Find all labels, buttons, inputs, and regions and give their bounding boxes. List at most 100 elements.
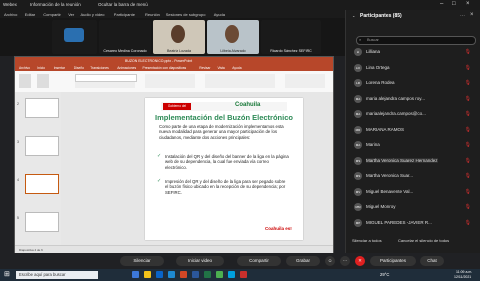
start-video-button[interactable]: Iniciar video: [176, 256, 224, 266]
webex-icon[interactable]: [228, 271, 235, 278]
paste-icon[interactable]: [19, 74, 31, 88]
clock-time[interactable]: 11:09 a.m.: [456, 270, 472, 274]
menu-item[interactable]: Sesiones de subgrupo: [166, 12, 206, 17]
menu-item[interactable]: Audio y video: [81, 12, 105, 17]
font-select[interactable]: [75, 74, 137, 82]
ribbon-tab[interactable]: Insertar: [54, 66, 65, 70]
paragraph-tools[interactable]: [145, 74, 195, 88]
more-options-icon[interactable]: ⋯: [340, 256, 350, 266]
ribbon-tab[interactable]: Animaciones: [117, 66, 136, 70]
editing-tools[interactable]: [285, 74, 325, 88]
drawing-tools[interactable]: [205, 74, 275, 88]
record-button[interactable]: Grabar: [286, 256, 320, 266]
participant-name: Martha Veronica Suar...: [366, 173, 414, 178]
menu-item[interactable]: Compartir: [43, 12, 61, 17]
ribbon-tab[interactable]: Diseño: [74, 66, 84, 70]
ribbon-tab[interactable]: Ayuda: [232, 66, 241, 70]
word-icon[interactable]: [192, 271, 199, 278]
ribbon-tab[interactable]: Revisar: [199, 66, 210, 70]
close-panel-icon[interactable]: ×: [470, 12, 474, 18]
share-button[interactable]: Compartir: [237, 256, 281, 266]
menu-item[interactable]: Reunión: [145, 12, 160, 17]
menu-item[interactable]: Archivo: [4, 12, 17, 17]
menu-item[interactable]: Editar: [25, 12, 35, 17]
hide-menu-bar-button[interactable]: Ocultar la barra de menú: [98, 2, 148, 7]
ribbon-tab[interactable]: Transiciones: [90, 66, 109, 70]
video-tile-ricardo[interactable]: Ricardo Sánchez SEFIRC: [261, 20, 321, 54]
participant-row[interactable]: MA mariaalejandra.campos@co... 🎙: [346, 108, 480, 121]
video-tile-cesareo[interactable]: Cesareo Medina Coronado: [99, 20, 151, 54]
slide-intro-text: Como parte de una etapa de modernización…: [159, 124, 284, 140]
font-format-tools[interactable]: [75, 82, 135, 88]
participant-row[interactable]: MA Marina 🎙: [346, 139, 480, 152]
ribbon-tab[interactable]: Presentación con diapositivas: [143, 66, 187, 70]
ribbon-tab[interactable]: Vista: [218, 66, 225, 70]
menu-item[interactable]: Ayuda: [214, 12, 225, 17]
mute-button[interactable]: Silenciar: [120, 256, 164, 266]
taskbar-search-input[interactable]: Escribe aquí para buscar: [16, 271, 98, 279]
slide-editor-area: Gobierno del Estado Coahuila Implementac…: [61, 92, 333, 245]
chat-button[interactable]: Chat: [420, 256, 444, 266]
muted-mic-icon[interactable]: 🎙: [465, 80, 471, 86]
meeting-info-button[interactable]: Información de la reunión: [30, 2, 81, 7]
mute-all-button[interactable]: Silenciar a todos: [352, 238, 382, 243]
edge-icon[interactable]: [132, 271, 139, 278]
muted-mic-icon[interactable]: 🎙: [465, 173, 471, 179]
new-slide-icon[interactable]: [37, 74, 49, 88]
video-tile-logo[interactable]: [52, 20, 97, 54]
ribbon-tab[interactable]: Inicio: [37, 66, 45, 70]
clock-date[interactable]: 12/11/2021: [454, 275, 471, 279]
ribbon-tab[interactable]: Archivo: [19, 66, 30, 70]
muted-mic-icon[interactable]: 🎙: [465, 111, 471, 117]
excel-icon[interactable]: [204, 271, 211, 278]
minimize-icon[interactable]: –: [440, 1, 443, 7]
menu-item[interactable]: Ver: [68, 12, 74, 17]
file-explorer-icon[interactable]: [144, 271, 151, 278]
participants-button[interactable]: Participantes: [370, 256, 416, 266]
muted-mic-icon[interactable]: 🎙: [465, 204, 471, 210]
participant-row[interactable]: LI Lilliana 🎙: [346, 46, 480, 59]
weather-temperature[interactable]: 29°C: [380, 272, 389, 277]
participant-row[interactable]: MP MIGUEL PAREDES -JAVIER R... 🎙: [346, 217, 480, 230]
slide-thumbnail-3[interactable]: [25, 136, 59, 156]
store-icon[interactable]: [156, 271, 163, 278]
participant-row[interactable]: LO Lina Ortega 🎙: [346, 62, 480, 75]
muted-mic-icon[interactable]: 🎙: [465, 49, 471, 55]
participant-row[interactable]: MM Miguel Monroy 🎙: [346, 201, 480, 214]
app-icon[interactable]: [240, 271, 247, 278]
participant-row[interactable]: MR MARIANA RAMOS 🎙: [346, 124, 480, 137]
slide-thumbnail-2[interactable]: [25, 98, 59, 118]
slide-thumbnail-5[interactable]: [25, 212, 59, 232]
muted-mic-icon[interactable]: 🎙: [465, 158, 471, 164]
participant-row[interactable]: MS Martha Veronica Suarez Hernandez 🎙: [346, 155, 480, 168]
maximize-icon[interactable]: □: [452, 1, 456, 7]
mail-icon[interactable]: [168, 271, 175, 278]
muted-mic-icon[interactable]: 🎙: [465, 189, 471, 195]
participant-row[interactable]: MA maria alejandra campos roy... 🎙: [346, 93, 480, 106]
powerpoint-icon[interactable]: [180, 271, 187, 278]
slide-thumbnail-4[interactable]: [25, 174, 59, 194]
participant-row[interactable]: LR Lorena Rodea 🎙: [346, 77, 480, 90]
muted-mic-icon[interactable]: 🎙: [465, 142, 471, 148]
unmute-all-button[interactable]: Cancelar el silencio de todos: [398, 238, 449, 243]
muted-mic-icon[interactable]: 🎙: [465, 220, 471, 226]
menu-item[interactable]: Participante: [114, 12, 135, 17]
participant-row[interactable]: MV Miguel Benavente Val... 🎙: [346, 186, 480, 199]
current-slide[interactable]: Gobierno del Estado Coahuila Implementac…: [145, 98, 303, 240]
end-call-button[interactable]: ✕: [355, 256, 365, 266]
avatar: MA: [354, 94, 362, 103]
muted-mic-icon[interactable]: 🎙: [465, 127, 471, 133]
panel-options-icon[interactable]: ⋯: [460, 13, 465, 19]
windows-start-icon[interactable]: ⊞: [4, 271, 12, 279]
reactions-icon[interactable]: ☺: [325, 256, 335, 266]
video-tile-lilbeia[interactable]: Lilbeia Alvarado: [207, 20, 259, 54]
chevron-down-icon[interactable]: ⌄: [352, 13, 355, 18]
close-icon[interactable]: ×: [466, 1, 470, 7]
muted-mic-icon[interactable]: 🎙: [465, 96, 471, 102]
muted-mic-icon[interactable]: 🎙: [465, 65, 471, 71]
video-tile-beatriz[interactable]: Beatriz Lozada: [153, 20, 205, 54]
participant-search-input[interactable]: ⌕ Buscar: [356, 36, 476, 45]
participants-footer: Silenciar a todos Cancelar el silencio d…: [346, 236, 480, 246]
participant-row[interactable]: MS Martha Veronica Suar... 🎙: [346, 170, 480, 183]
chrome-icon[interactable]: [216, 271, 223, 278]
